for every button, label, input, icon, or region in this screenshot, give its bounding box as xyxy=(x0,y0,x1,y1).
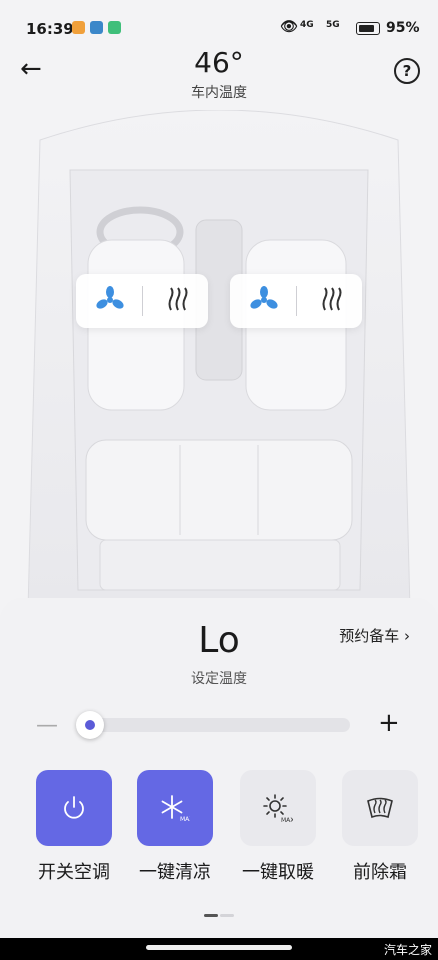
cabin-temperature-label: 车内温度 xyxy=(191,85,247,101)
schedule-link[interactable]: 预约备车 › xyxy=(339,625,410,646)
fan-icon[interactable] xyxy=(96,286,124,314)
page-indicator xyxy=(204,902,236,921)
notification-app-icon xyxy=(108,21,121,34)
quick-heat-label: 一键取暖 xyxy=(242,862,314,883)
quick-cool-label: 一键清凉 xyxy=(139,862,211,883)
increase-temp-button[interactable]: + xyxy=(378,708,400,738)
driver-climate-card[interactable] xyxy=(76,274,208,328)
seat-heat-icon[interactable] xyxy=(318,286,346,314)
divider xyxy=(296,286,297,316)
car-interior-illustration xyxy=(27,110,411,610)
passenger-climate-card[interactable] xyxy=(230,274,362,328)
quick-cool-button[interactable]: MAX xyxy=(137,770,213,846)
ac-power-label: 开关空调 xyxy=(38,862,110,883)
help-icon[interactable]: ? xyxy=(394,58,420,84)
page-dot-active xyxy=(204,914,218,917)
quick-heat-button[interactable]: MAX xyxy=(240,770,316,846)
notification-app-icon xyxy=(72,21,85,34)
seat-heat-icon[interactable] xyxy=(164,286,192,314)
decrease-temp-button[interactable]: — xyxy=(36,713,58,738)
fan-icon[interactable] xyxy=(250,286,278,314)
temperature-slider-handle[interactable] xyxy=(76,711,104,739)
front-defrost-button[interactable] xyxy=(342,770,418,846)
notification-app-icon xyxy=(90,21,103,34)
watermark: 汽车之家 xyxy=(383,943,432,957)
eye-icon: 👁 xyxy=(280,19,298,35)
set-temperature-label: 设定温度 xyxy=(191,671,247,687)
system-nav-bar: 汽车之家 xyxy=(0,938,438,960)
divider xyxy=(142,286,143,316)
svg-text:MAX: MAX xyxy=(180,816,190,823)
signal-4g: 4G xyxy=(300,20,314,30)
front-defrost-label: 前除霜 xyxy=(353,862,407,883)
front-defrost-icon xyxy=(367,797,393,819)
ac-power-button[interactable] xyxy=(36,770,112,846)
power-icon xyxy=(64,796,84,819)
clock: 16:39 xyxy=(26,20,74,38)
page-dot xyxy=(220,914,234,917)
sun-max-icon: MAX xyxy=(263,794,293,823)
temperature-slider[interactable] xyxy=(78,718,350,732)
signal-5g: 5G xyxy=(326,20,340,30)
svg-text:MAX: MAX xyxy=(281,817,293,823)
cabin-temperature: 46° xyxy=(194,46,244,79)
home-gesture-bar[interactable] xyxy=(146,945,292,950)
status-bar: 16:39 👁 4G 5G 95% xyxy=(0,0,438,40)
battery-percent: 95% xyxy=(386,20,420,36)
snowflake-max-icon: MAX xyxy=(161,795,190,823)
battery-icon xyxy=(356,22,380,35)
